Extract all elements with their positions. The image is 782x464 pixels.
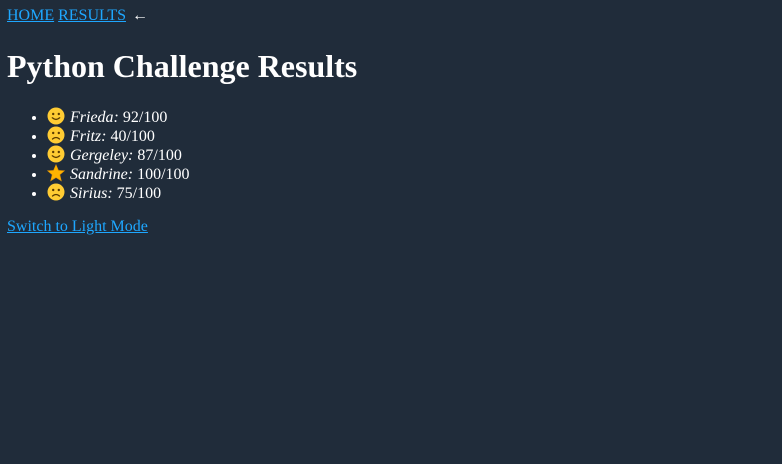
participant-score: 87/100: [137, 147, 182, 164]
participant-name: Gergeley:: [70, 147, 134, 164]
slightly-smiling-face-icon: [47, 145, 65, 163]
breadcrumb-nav: HOME RESULTS ←: [7, 7, 775, 24]
results-list: Frieda: 92/100 Fritz: 40/100 Gergeley: 8…: [7, 107, 775, 202]
nav-home-link[interactable]: HOME: [7, 7, 54, 24]
list-item: Frieda: 92/100: [47, 107, 775, 126]
participant-score: 75/100: [116, 185, 162, 202]
star-icon: [47, 164, 65, 182]
participant-score: 100/100: [137, 166, 190, 183]
list-item: Gergeley: 87/100: [47, 145, 775, 164]
slightly-frowning-face-icon: [47, 183, 65, 201]
nav-results-link[interactable]: RESULTS: [58, 7, 126, 24]
back-arrow-icon: ←: [131, 7, 148, 24]
participant-score: 92/100: [122, 109, 168, 126]
theme-toggle-container: Switch to Light Mode: [7, 217, 775, 236]
participant-name: Sirius:: [70, 185, 113, 202]
switch-to-light-mode-link[interactable]: Switch to Light Mode: [7, 218, 148, 235]
list-item: Sirius: 75/100: [47, 183, 775, 202]
page-title: Python Challenge Results: [7, 48, 358, 84]
participant-name: Frieda:: [70, 109, 119, 126]
participant-name: Fritz:: [70, 128, 107, 145]
slightly-frowning-face-icon: [47, 126, 65, 144]
slightly-smiling-face-icon: [47, 107, 65, 125]
list-item: Sandrine: 100/100: [47, 164, 775, 183]
list-item: Fritz: 40/100: [47, 126, 775, 145]
page: HOMERESULTS ← Python Challenge Results Fr…: [0, 0, 782, 236]
participant-name: Sandrine:: [70, 166, 134, 183]
participant-score: 40/100: [110, 128, 155, 145]
